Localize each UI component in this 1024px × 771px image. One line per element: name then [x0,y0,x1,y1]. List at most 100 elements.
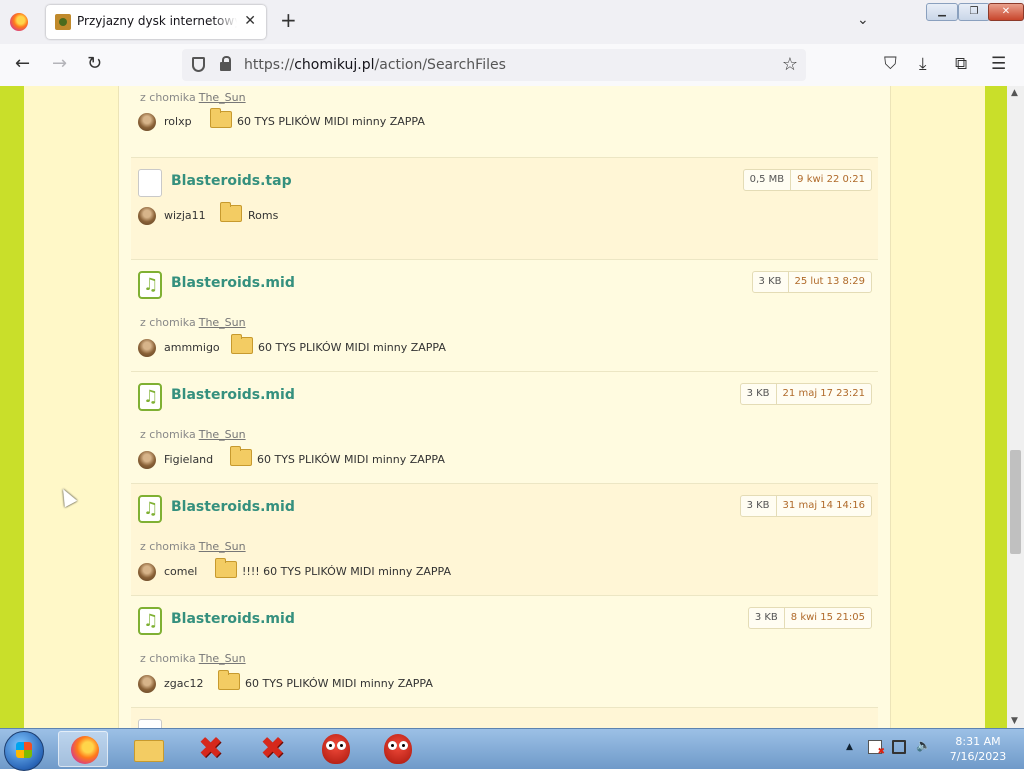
network-icon[interactable] [892,740,906,754]
url-prefix: https:// [244,57,295,73]
folder-link[interactable]: !!!! 60 TYS PLIKÓW MIDI minny ZAPPA [242,565,451,578]
file-date: 21 maj 17 23:21 [782,388,865,399]
owner-link[interactable]: The_Sun [199,652,246,665]
start-button[interactable] [4,731,44,771]
folder-icon [210,108,232,128]
result-item: Blasteroids.mid 3 KB 25 lut 13 8:29 z ch… [131,260,878,372]
tab-chomikuj[interactable]: Przyjazny dysk internetowy - Chomikuj.pl… [46,5,266,39]
menu-icon[interactable]: ☰ [991,55,1006,73]
user-avatar-icon[interactable] [138,339,156,357]
music-file-icon[interactable] [138,383,162,411]
file-meta: 3 KB 25 lut 13 8:29 [751,271,872,293]
folder-link[interactable]: Roms [248,209,278,222]
maximize-button[interactable]: ❐ [958,3,990,21]
tab-close-icon[interactable]: ✕ [244,13,256,29]
folder-icon [220,202,242,222]
source-line: z chomika The_Sun [140,428,246,441]
file-size: 3 KB [741,384,777,404]
forward-button[interactable]: → [52,54,67,74]
owner-link[interactable]: The_Sun [199,540,246,553]
pocket-icon[interactable]: ⛉ [884,55,897,73]
user-avatar-icon[interactable] [138,113,156,131]
right-side-rail [985,86,1007,728]
taskbar-app-2[interactable]: ✖ [248,731,298,767]
file-date: 31 maj 14 14:16 [782,500,865,511]
show-hidden-icons-arrow-icon[interactable]: ▲ [846,742,853,752]
taskbar-firefox[interactable] [58,731,108,767]
taskbar-app-4[interactable] [372,731,422,767]
red-bug-app-icon [322,734,350,764]
source-line: z chomika The_Sun [140,540,246,553]
page-scrollbar[interactable]: ▲ ▼ [1007,86,1024,728]
file-icon[interactable] [138,719,162,728]
left-side-rail [0,86,24,728]
file-name-link[interactable]: Blasteroids.tap [171,173,292,189]
user-link[interactable]: comel [164,565,197,578]
scrollbar-thumb[interactable] [1010,450,1021,554]
file-explorer-icon [134,740,164,762]
volume-muted-icon[interactable] [916,738,931,754]
user-avatar-icon[interactable] [138,207,156,225]
from-label: z chomika [140,540,196,553]
tracking-protection-shield-icon[interactable] [192,57,205,72]
download-icon[interactable]: ⤓ [919,55,927,73]
file-icon[interactable] [138,169,162,197]
file-name-link[interactable]: Blasteroids.mid [171,611,295,627]
firefox-icon[interactable] [10,13,28,31]
action-center-flag-icon[interactable] [868,740,885,757]
result-item [131,708,878,728]
file-meta: 3 KB 21 maj 17 23:21 [739,383,872,405]
scroll-down-arrow-icon[interactable]: ▼ [1011,716,1018,726]
result-item: z chomika The_Sun rolxp 60 TYS PLIKÓW MID… [131,86,878,158]
taskbar-file-explorer[interactable] [124,731,174,767]
lock-icon[interactable] [220,56,231,71]
folder-link[interactable]: 60 TYS PLIKÓW MIDI minny ZAPPA [245,677,433,690]
result-item: Blasteroids.mid 3 KB 31 maj 14 14:16 z c… [131,484,878,596]
clock-date: 7/16/2023 [949,750,1007,763]
owner-link[interactable]: The_Sun [199,316,246,329]
user-avatar-icon[interactable] [138,451,156,469]
folder-link[interactable]: 60 TYS PLIKÓW MIDI minny ZAPPA [237,115,425,128]
user-link[interactable]: rolxp [164,115,192,128]
taskbar-app-3[interactable] [310,731,360,767]
file-size: 3 KB [741,496,777,516]
file-meta: 3 KB 31 maj 14 14:16 [739,495,872,517]
user-link[interactable]: zgac12 [164,677,204,690]
music-file-icon[interactable] [138,495,162,523]
bookmark-star-icon[interactable]: ☆ [782,54,798,75]
firefox-icon [71,736,99,764]
file-meta: 0,5 MB 9 kwi 22 0:21 [742,169,872,191]
file-name-link[interactable]: Blasteroids.mid [171,275,295,291]
taskbar-app-1[interactable]: ✖ [186,731,236,767]
scroll-up-arrow-icon[interactable]: ▲ [1011,88,1018,98]
system-clock[interactable]: 8:31 AM 7/16/2023 [938,734,1018,764]
back-button[interactable]: ← [15,54,30,74]
file-name-link[interactable]: Blasteroids.mid [171,499,295,515]
music-file-icon[interactable] [138,271,162,299]
user-link[interactable]: ammmigo [164,341,220,354]
music-file-icon[interactable] [138,607,162,635]
tab-title: Przyjazny dysk internetowy - Chomikuj.pl [77,14,237,28]
result-item: Blasteroids.tap 0,5 MB 9 kwi 22 0:21 wiz… [131,158,878,260]
from-label: z chomika [140,91,196,104]
address-bar[interactable]: https://chomikuj.pl/action/SearchFiles ☆ [182,49,806,81]
owner-link[interactable]: The_Sun [199,91,246,104]
url-text[interactable]: https://chomikuj.pl/action/SearchFiles [244,57,506,73]
folder-link[interactable]: 60 TYS PLIKÓW MIDI minny ZAPPA [257,453,445,466]
page-viewport: z chomika The_Sun rolxp 60 TYS PLIKÓW MID… [0,86,1007,728]
file-size: 3 KB [749,608,785,628]
user-avatar-icon[interactable] [138,563,156,581]
close-window-button[interactable]: ✕ [988,3,1024,21]
minimize-button[interactable]: ▁ [926,3,958,21]
extensions-icon[interactable]: ⧉ [955,55,967,73]
tab-list-chevron-icon[interactable]: ⌄ [857,12,869,28]
new-tab-button[interactable]: + [280,10,297,30]
user-avatar-icon[interactable] [138,675,156,693]
owner-link[interactable]: The_Sun [199,428,246,441]
file-name-link[interactable]: Blasteroids.mid [171,387,295,403]
user-link[interactable]: Figieland [164,453,213,466]
red-bug-app-icon [384,734,412,764]
user-link[interactable]: wizja11 [164,209,206,222]
folder-link[interactable]: 60 TYS PLIKÓW MIDI minny ZAPPA [258,341,446,354]
reload-button[interactable]: ↻ [87,54,102,74]
